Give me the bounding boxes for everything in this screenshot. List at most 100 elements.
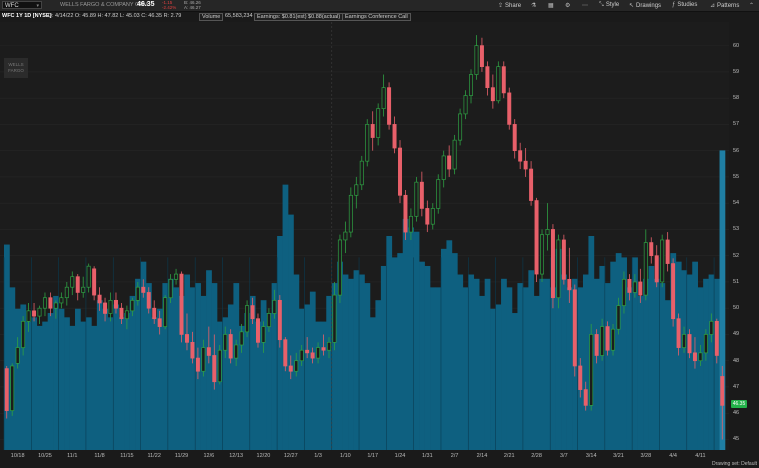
candle-body xyxy=(485,66,490,88)
candle[interactable] xyxy=(425,200,430,233)
candle[interactable] xyxy=(217,344,222,385)
candle[interactable] xyxy=(283,337,288,372)
share-button[interactable]: ⇪ Share xyxy=(498,2,521,9)
chart-plot-area[interactable]: WELLS FARGO xyxy=(0,22,729,450)
candle[interactable] xyxy=(163,295,168,330)
candle[interactable] xyxy=(463,90,468,120)
price-axis[interactable]: 45 46 47 48 49 50 51 52 53 54 55 56 57 58 59 60 xyxy=(729,22,759,450)
volume-bar xyxy=(419,261,425,450)
candle[interactable] xyxy=(654,245,659,288)
candle[interactable] xyxy=(507,87,512,130)
patterns-button[interactable]: ⊿ Patterns xyxy=(710,2,739,9)
candle[interactable] xyxy=(458,108,463,146)
studies-button[interactable]: ƒ Studies xyxy=(672,2,697,8)
candle[interactable] xyxy=(86,263,91,293)
volume-bar xyxy=(490,308,496,450)
candle[interactable] xyxy=(59,292,64,309)
candle[interactable] xyxy=(447,145,452,177)
collapse-button[interactable]: ⌃ xyxy=(749,2,756,9)
volume-label[interactable]: Volume xyxy=(199,13,224,21)
more-button[interactable]: ⋯ xyxy=(582,2,590,9)
candle[interactable] xyxy=(359,155,364,191)
candle[interactable] xyxy=(496,61,501,104)
candle[interactable] xyxy=(4,365,9,419)
candle[interactable] xyxy=(550,224,555,309)
candle[interactable] xyxy=(179,271,184,343)
candle[interactable] xyxy=(605,321,610,356)
candle[interactable] xyxy=(343,221,348,254)
candle[interactable] xyxy=(545,203,550,251)
calendar-button[interactable]: ▦ xyxy=(548,2,556,9)
candle[interactable] xyxy=(561,234,566,285)
candle[interactable] xyxy=(490,74,495,109)
volume-bar xyxy=(102,308,109,450)
candle[interactable] xyxy=(42,292,47,317)
candle[interactable] xyxy=(512,119,517,159)
candle[interactable] xyxy=(10,363,15,416)
candle[interactable] xyxy=(70,271,75,296)
flask-button[interactable]: ⚗ xyxy=(531,2,538,9)
candle[interactable] xyxy=(419,171,424,217)
candle[interactable] xyxy=(452,134,457,175)
candle[interactable] xyxy=(92,266,97,301)
candle[interactable] xyxy=(479,37,484,72)
style-button[interactable]: ⤡ Style xyxy=(599,2,619,9)
symbol-input[interactable]: WFC ▾ xyxy=(2,1,42,9)
candle[interactable] xyxy=(518,142,523,170)
earnings-info[interactable]: Earnings: $0.81(est) $0.88(actual) xyxy=(254,13,344,21)
candle[interactable] xyxy=(64,281,69,306)
candle[interactable] xyxy=(441,150,446,188)
settings-button[interactable]: ⚙ xyxy=(565,2,572,9)
candle[interactable] xyxy=(108,292,113,322)
drawing-set-status[interactable]: Drawing set: Default xyxy=(712,461,757,467)
candle[interactable] xyxy=(245,300,250,338)
chart-study-label[interactable]: WFC 1Y 1D [NYSE] xyxy=(2,13,51,19)
candle[interactable] xyxy=(48,292,53,317)
candle-body xyxy=(589,334,594,406)
candle[interactable] xyxy=(348,187,353,238)
candle[interactable] xyxy=(643,229,648,301)
candle[interactable] xyxy=(430,203,435,230)
price-chart[interactable] xyxy=(0,22,729,450)
candle[interactable] xyxy=(523,148,528,177)
candle[interactable] xyxy=(398,140,402,204)
candle-body xyxy=(32,310,37,317)
candle[interactable] xyxy=(228,329,233,364)
candle[interactable] xyxy=(649,237,654,264)
candle[interactable] xyxy=(370,111,375,151)
candle[interactable] xyxy=(414,176,419,222)
time-axis[interactable]: 10/18 10/25 11/1 11/8 11/15 11/22 11/29 12/6 12/… xyxy=(0,450,729,462)
candle[interactable] xyxy=(387,82,392,130)
candle[interactable] xyxy=(534,197,539,282)
candle[interactable] xyxy=(436,174,441,214)
candle[interactable] xyxy=(75,274,80,301)
candle[interactable] xyxy=(589,323,594,411)
candle-body xyxy=(190,341,195,359)
candle[interactable] xyxy=(485,61,490,96)
candle[interactable] xyxy=(392,116,397,154)
candle[interactable] xyxy=(337,234,342,303)
candle[interactable] xyxy=(37,305,42,324)
candle[interactable] xyxy=(556,234,561,309)
candle[interactable] xyxy=(540,229,545,282)
candle[interactable] xyxy=(365,119,370,167)
candle[interactable] xyxy=(671,258,676,327)
earnings-call[interactable]: Earnings Conference Call xyxy=(342,13,411,21)
chevron-down-icon[interactable]: ▾ xyxy=(36,2,39,10)
candle[interactable] xyxy=(501,61,506,99)
candle[interactable] xyxy=(256,313,260,348)
candle-body xyxy=(649,242,654,257)
candle[interactable] xyxy=(354,176,359,209)
drawings-button[interactable]: ↖ Drawings xyxy=(629,2,661,9)
candle[interactable] xyxy=(381,74,386,117)
candle[interactable] xyxy=(572,284,577,377)
candle[interactable] xyxy=(665,232,670,272)
price-tick-label: 51 xyxy=(733,278,740,285)
candle[interactable] xyxy=(277,295,282,348)
candle[interactable] xyxy=(660,234,665,288)
candle[interactable] xyxy=(81,276,86,298)
candle[interactable] xyxy=(376,103,381,146)
candle[interactable] xyxy=(474,35,479,80)
candle[interactable] xyxy=(529,161,534,206)
candle-body xyxy=(594,334,599,356)
